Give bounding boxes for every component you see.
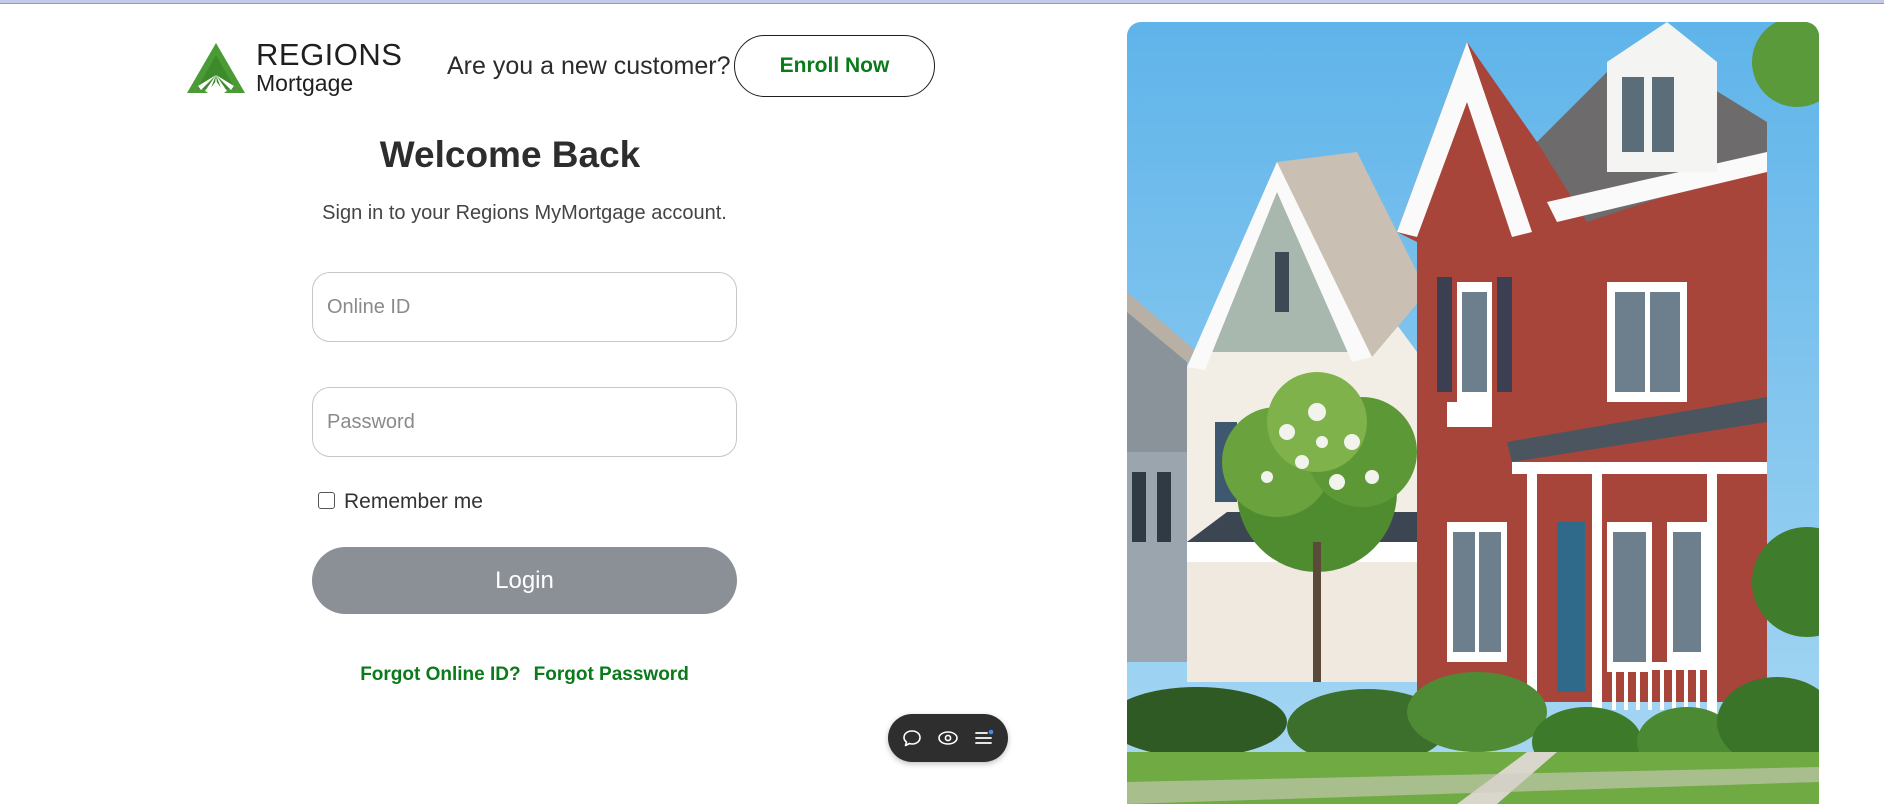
regions-mortgage-logo[interactable]: REGIONS Mortgage bbox=[185, 38, 402, 98]
house-photo bbox=[1127, 22, 1819, 804]
page-title: Welcome Back bbox=[379, 134, 641, 175]
online-id-input[interactable] bbox=[312, 272, 737, 342]
browser-top-border bbox=[0, 0, 1884, 4]
logo-text-regions: REGIONS bbox=[256, 37, 403, 72]
login-button[interactable]: Login bbox=[312, 547, 737, 614]
remember-me-label[interactable]: Remember me bbox=[344, 490, 483, 514]
eye-icon[interactable] bbox=[936, 726, 960, 750]
regions-triangle-logo-icon bbox=[187, 43, 245, 93]
page-subtitle: Sign in to your Regions MyMortgage accou… bbox=[322, 202, 727, 224]
forgot-links: Forgot Online ID? Forgot Password bbox=[312, 664, 737, 686]
forgot-password-link[interactable]: Forgot Password bbox=[534, 664, 689, 686]
logo-text-mortgage: Mortgage bbox=[256, 70, 354, 96]
new-customer-prompt: Are you a new customer? bbox=[447, 52, 731, 80]
remember-me-row[interactable]: Remember me bbox=[318, 490, 483, 514]
remember-me-checkbox[interactable] bbox=[318, 491, 335, 509]
forgot-online-id-link[interactable]: Forgot Online ID? bbox=[360, 664, 520, 686]
chat-bubble-icon[interactable] bbox=[900, 726, 924, 750]
menu-list-icon[interactable] bbox=[972, 726, 996, 750]
hero-house-image bbox=[1127, 22, 1819, 804]
password-input[interactable] bbox=[312, 387, 737, 457]
login-page: REGIONS Mortgage Are you a new customer?… bbox=[0, 0, 1884, 804]
floating-toolbar bbox=[888, 714, 1008, 762]
enroll-now-button[interactable]: Enroll Now bbox=[734, 35, 935, 97]
